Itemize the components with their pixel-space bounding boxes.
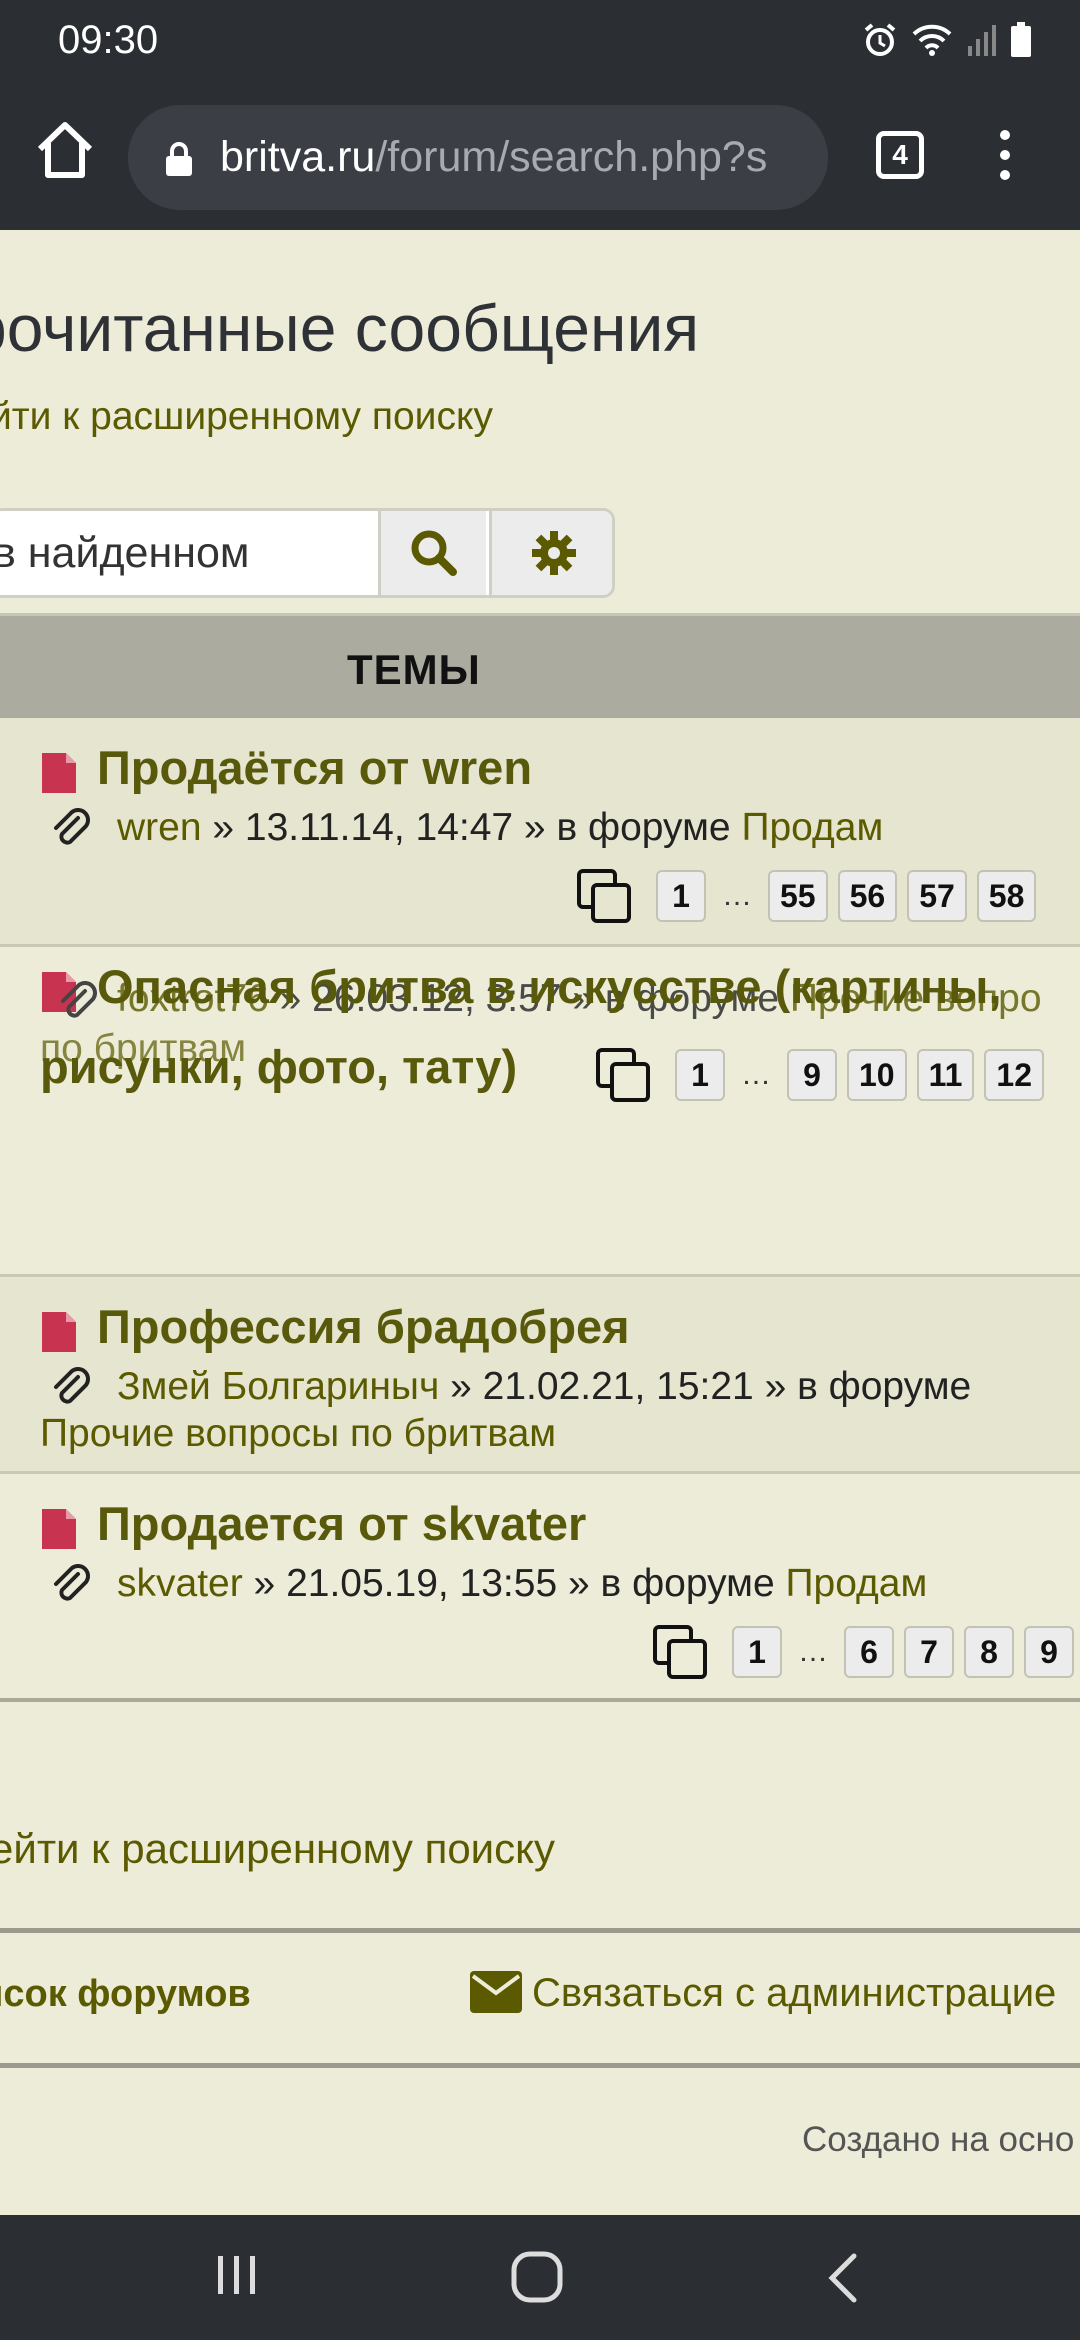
browser-toolbar: britva.ru/forum/search.php?s 4: [0, 85, 1080, 230]
page-link[interactable]: 10: [847, 1049, 907, 1101]
home-nav-icon[interactable]: [510, 2250, 566, 2306]
alarm-icon: [864, 23, 896, 56]
page-link[interactable]: 8: [964, 1626, 1014, 1678]
url-path: /forum/search.php?s: [375, 133, 768, 181]
topic-icon: [42, 1509, 76, 1549]
tab-switcher-button[interactable]: 4: [876, 131, 924, 179]
page-link[interactable]: 1: [732, 1626, 782, 1678]
battery-icon: [1011, 22, 1031, 57]
contact-admin-link[interactable]: Связаться с администрацие: [532, 1971, 1056, 2016]
wifi-icon: [912, 24, 952, 56]
topic-pagination: 1 … 6 7 8 9: [652, 1624, 1074, 1680]
topic-author-link[interactable]: wren: [117, 806, 202, 849]
status-time: 09:30: [58, 18, 159, 62]
page-link[interactable]: 12: [984, 1049, 1045, 1101]
topic-date: » 21.02.21, 15:21 » в форуме: [450, 1365, 972, 1408]
pages-icon: [653, 1625, 707, 1679]
page-link[interactable]: 9: [787, 1049, 837, 1101]
page-link[interactable]: 7: [904, 1626, 954, 1678]
topic-meta: wren » 13.11.14, 14:47 » в форуме Продам: [117, 806, 883, 850]
url-text: britva.ru/forum/search.php?s: [220, 133, 767, 182]
page-link[interactable]: 1: [675, 1049, 725, 1101]
search-form: в найденном: [0, 508, 615, 598]
advanced-search-link-bottom[interactable]: ейти к расширенному поиску: [0, 1825, 555, 1873]
advanced-search-link[interactable]: йти к расширенному поиску: [0, 395, 493, 439]
topic-meta: Змей Болгариныч » 21.02.21, 15:21 » в фо…: [117, 1365, 971, 1409]
home-icon[interactable]: [30, 115, 100, 185]
page-link[interactable]: 57: [907, 870, 967, 922]
topic-icon: [42, 1312, 76, 1352]
url-domain: britva.ru: [220, 133, 376, 181]
lock-icon: [166, 142, 192, 176]
search-button[interactable]: [378, 511, 486, 595]
topic-title[interactable]: Профессия брадобрея: [97, 1299, 630, 1354]
page-ellipsis: …: [741, 1058, 771, 1091]
search-input[interactable]: в найденном: [0, 511, 393, 595]
topic-row: Продаётся от wren wren » 13.11.14, 14:47…: [0, 718, 1080, 947]
topic-forum-link[interactable]: Продам: [741, 806, 883, 849]
page-link[interactable]: 58: [976, 870, 1037, 922]
topic-forum-link[interactable]: Продам: [786, 1562, 928, 1605]
more-menu-icon[interactable]: [990, 125, 1020, 185]
topics-header-label: ТЕМЫ: [347, 646, 481, 693]
page-link[interactable]: 55: [768, 870, 828, 922]
topics-header: ТЕМЫ: [0, 613, 1080, 718]
topic-date: » 21.05.19, 13:55 » в форуме: [253, 1562, 786, 1605]
topic-row: Продается от skvater skvater » 21.05.19,…: [0, 1474, 1080, 1702]
topic-pagination: 1 … 9 10 11 12: [595, 1047, 1045, 1103]
page-link[interactable]: 9: [1024, 1626, 1074, 1678]
android-nav-bar: [0, 2215, 1080, 2340]
topic-author-link[interactable]: Змей Болгариныч: [117, 1365, 439, 1408]
topic-row: Профессия брадобрея Змей Болгариныч » 21…: [0, 1277, 1080, 1474]
topic-meta: skvater » 21.05.19, 13:55 » в форуме Про…: [117, 1562, 927, 1606]
topic-title[interactable]: Продаётся от wren: [97, 740, 532, 795]
recent-apps-icon[interactable]: [212, 2250, 262, 2300]
topic-title[interactable]: Продается от skvater: [97, 1496, 586, 1551]
search-icon: [411, 530, 457, 576]
footer-credits: Создано на осно: [802, 2120, 1075, 2159]
topic-pagination: 1 … 55 56 57 58: [576, 868, 1037, 924]
forum-index-link[interactable]: исок форумов: [0, 1973, 251, 2016]
page-ellipsis: …: [798, 1635, 828, 1668]
footer-navbar: исок форумов Связаться с администрацие: [0, 1928, 1080, 2068]
back-nav-icon[interactable]: [820, 2250, 870, 2306]
pages-icon: [577, 869, 631, 923]
topic-row: foxtrot76 » 26.03.12, 3:57 » в форуме Пр…: [0, 947, 1080, 1277]
topic-title-line1: Опасная бритва в искусстве (картины,: [97, 960, 1002, 1013]
address-bar[interactable]: britva.ru/forum/search.php?s: [128, 105, 828, 210]
status-bar: 09:30: [0, 0, 1080, 85]
page-ellipsis: …: [722, 879, 752, 912]
attachment-icon: [54, 808, 90, 845]
topic-date: » 13.11.14, 14:47 » в форуме: [212, 806, 742, 849]
page-link[interactable]: 6: [844, 1626, 894, 1678]
status-icons: [862, 22, 1032, 58]
topic-forum-link[interactable]: Прочие вопросы по бритвам: [40, 1412, 556, 1456]
pages-icon: [596, 1048, 650, 1102]
signal-icon: [968, 25, 996, 56]
page-content: рочитанные сообщения йти к расширенному …: [0, 230, 1080, 2215]
topic-icon: [42, 753, 76, 793]
page-link[interactable]: 11: [916, 1049, 975, 1101]
page-link[interactable]: 56: [837, 870, 898, 922]
envelope-icon: [470, 1971, 522, 2013]
topic-author-link[interactable]: skvater: [117, 1562, 243, 1605]
page-title: рочитанные сообщения: [0, 291, 700, 365]
search-settings-button[interactable]: [489, 511, 612, 595]
attachment-icon: [54, 1367, 90, 1404]
gear-icon: [531, 531, 576, 575]
attachment-icon: [54, 1564, 90, 1601]
page-link[interactable]: 1: [656, 870, 706, 922]
